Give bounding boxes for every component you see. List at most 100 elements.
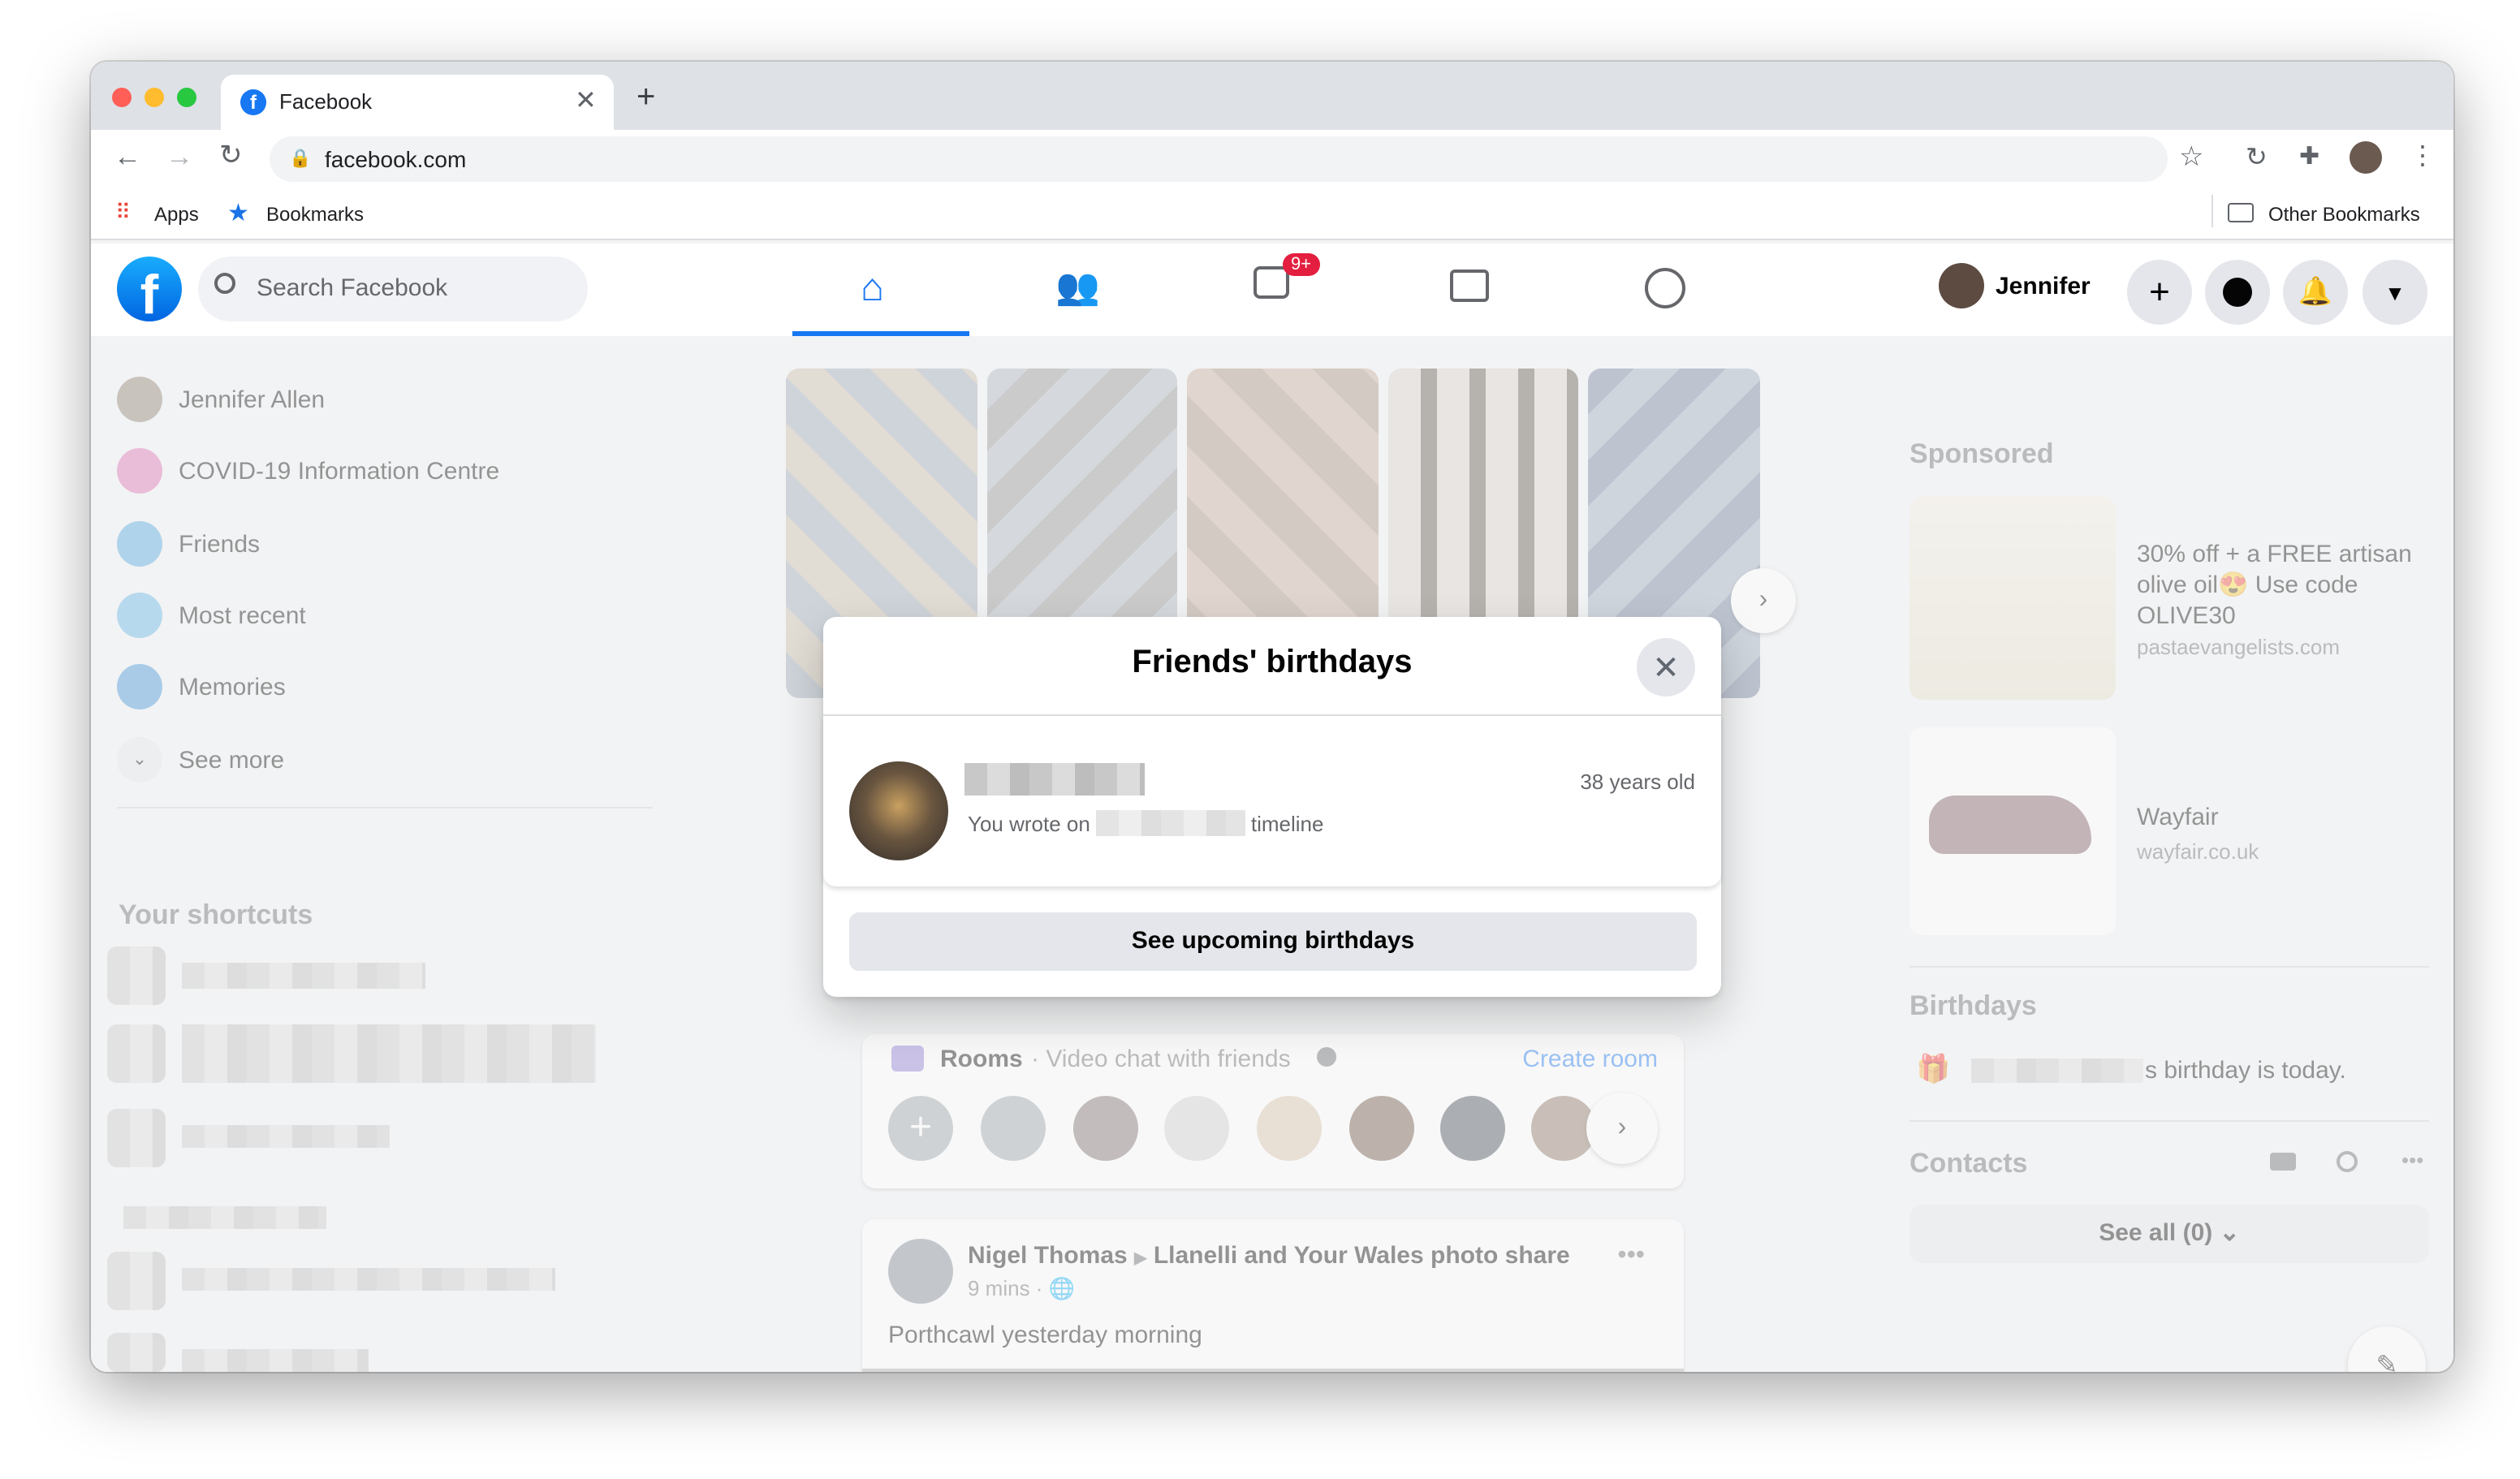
new-tab-button[interactable]: + <box>636 80 655 117</box>
friend-name-redacted[interactable] <box>964 763 1145 796</box>
create-room-link[interactable]: Create room <box>1522 1046 1658 1073</box>
extension-refresh-icon[interactable]: ↻ <box>2246 141 2268 174</box>
see-all-label: See all (0) <box>2099 1219 2213 1247</box>
new-room-icon[interactable] <box>2270 1153 2296 1171</box>
friend-avatar[interactable] <box>849 761 948 860</box>
sidebar-item-friends[interactable]: Friends <box>117 515 260 573</box>
shortcut-thumbnail[interactable] <box>107 1024 166 1083</box>
shortcut-label-redacted <box>123 1206 326 1229</box>
friend-name-redacted <box>1971 1059 2143 1083</box>
search-input[interactable]: Search Facebook <box>198 257 588 321</box>
messenger-button[interactable] <box>2205 260 2270 325</box>
nav-marketplace-icon[interactable] <box>1450 269 1489 302</box>
post-meta: 9 mins · 🌐 <box>968 1276 1075 1302</box>
notifications-button[interactable]: 🔔 <box>2283 260 2348 325</box>
bookmark-star-icon: ★ <box>227 200 249 227</box>
sidebar-item-label: See more <box>179 746 285 774</box>
shortcut-label-redacted <box>182 1024 596 1083</box>
profile-shortcut[interactable]: Jennifer <box>1939 263 2091 308</box>
chevron-down-icon: ⌄ <box>117 737 162 783</box>
nav-friends-icon[interactable]: 👥 <box>1055 266 1100 308</box>
reload-icon[interactable]: ↻ <box>219 140 243 172</box>
ad-text[interactable]: Wayfair <box>2137 804 2219 831</box>
create-room-button[interactable]: + <box>888 1096 953 1161</box>
browser-tab[interactable]: f Facebook ✕ <box>221 75 614 130</box>
close-dialog-button[interactable]: ✕ <box>1637 638 1695 696</box>
contacts-heading: Contacts <box>1909 1148 2028 1179</box>
sidebar-item-profile[interactable]: Jennifer Allen <box>117 370 325 429</box>
create-button[interactable]: + <box>2127 260 2192 325</box>
dialog-title: Friends' birthdays <box>1132 645 1413 680</box>
back-icon[interactable]: ← <box>114 141 141 174</box>
post-time[interactable]: 9 mins · <box>968 1276 1042 1300</box>
account-menu-button[interactable]: ▼ <box>2362 260 2427 325</box>
avatar[interactable] <box>888 1239 953 1304</box>
user-name: Jennifer <box>1996 272 2091 300</box>
post-author[interactable]: Nigel Thomas <box>968 1242 1128 1270</box>
other-bookmarks[interactable]: Other Bookmarks <box>2268 203 2420 226</box>
contact-avatar[interactable] <box>1349 1096 1414 1161</box>
search-contacts-icon[interactable] <box>2337 1151 2358 1172</box>
see-upcoming-birthdays-button[interactable]: See upcoming birthdays <box>849 912 1697 971</box>
maximize-window-button[interactable] <box>177 88 196 107</box>
contact-avatar[interactable] <box>1440 1096 1505 1161</box>
forward-icon[interactable]: → <box>166 141 193 174</box>
shortcut-thumbnail[interactable] <box>107 1252 166 1310</box>
contact-avatar[interactable] <box>1257 1096 1322 1161</box>
friend-name-redacted <box>1096 810 1246 836</box>
divider <box>1909 1120 2429 1122</box>
bookmarks-folder[interactable]: Bookmarks <box>266 203 364 226</box>
wrote-on-timeline: You wrote on timeline <box>968 810 1323 836</box>
contact-avatar[interactable] <box>1164 1096 1229 1161</box>
post-header: Nigel Thomas ▶ Llanelli and Your Wales p… <box>968 1242 1570 1270</box>
birthdays-dialog: Friends' birthdays ✕ You wrote on timeli… <box>823 617 1721 997</box>
profile-avatar[interactable] <box>2350 141 2382 174</box>
close-tab-icon[interactable]: ✕ <box>575 84 597 117</box>
stories-next-button[interactable]: › <box>1731 568 1796 633</box>
divider <box>1909 966 2429 968</box>
calendar-icon <box>117 593 162 638</box>
shortcut-thumbnail[interactable] <box>107 1333 166 1372</box>
shortcut-label-redacted <box>182 1125 390 1148</box>
nav-home[interactable]: ⌂ <box>792 244 969 336</box>
contacts-options-icon[interactable]: ••• <box>2401 1148 2423 1172</box>
new-message-button[interactable]: ✎ <box>2348 1326 2426 1372</box>
wrote-suffix[interactable]: timeline <box>1251 811 1324 835</box>
shortcut-thumbnail[interactable] <box>107 1109 166 1167</box>
url-field[interactable]: 🔒 facebook.com ☆ <box>270 136 2204 182</box>
nav-watch-icon[interactable] <box>1254 266 1289 299</box>
star-icon[interactable]: ☆ <box>2179 141 2204 174</box>
browser-window: f Facebook ✕ + ← → ↻ 🔒 facebook.com ☆ ↻ … <box>91 62 2453 1372</box>
apps-link[interactable]: Apps <box>154 203 199 226</box>
close-window-button[interactable] <box>112 88 132 107</box>
sidebar-item-label: COVID-19 Information Centre <box>179 457 500 485</box>
contact-avatar[interactable] <box>1073 1096 1138 1161</box>
chevron-down-icon: ⌄ <box>2219 1219 2240 1247</box>
birthday-text[interactable]: s birthday is today. <box>2145 1057 2346 1084</box>
ad-image-pasta[interactable] <box>1909 497 2116 700</box>
shortcut-label-redacted <box>182 963 425 989</box>
facebook-favicon-icon: f <box>240 89 266 115</box>
sidebar-item-memories[interactable]: Memories <box>117 658 286 716</box>
sidebar-item-label: Jennifer Allen <box>179 386 326 413</box>
extensions-icon[interactable]: ✚ <box>2299 141 2319 170</box>
sidebar-see-more[interactable]: ⌄ See more <box>117 731 284 789</box>
bookmarks-bar: ⠿ Apps ★ Bookmarks Other Bookmarks <box>91 188 2453 240</box>
more-options-icon[interactable]: ••• <box>1617 1242 1645 1271</box>
facebook-logo[interactable]: f <box>117 257 182 321</box>
info-icon[interactable] <box>1317 1047 1336 1067</box>
sidebar-item-covid[interactable]: COVID-19 Information Centre <box>117 442 499 500</box>
nav-groups-icon[interactable] <box>1645 268 1685 308</box>
shortcut-thumbnail[interactable] <box>107 946 166 1005</box>
menu-icon[interactable]: ⋮ <box>2410 140 2436 172</box>
see-all-contacts-button[interactable]: See all (0) ⌄ <box>1909 1205 2429 1263</box>
rooms-next-button[interactable]: › <box>1586 1093 1658 1164</box>
minimize-window-button[interactable] <box>145 88 164 107</box>
ad-image-wayfair[interactable] <box>1909 727 2116 935</box>
sidebar-item-most-recent[interactable]: Most recent <box>117 586 306 645</box>
post-group[interactable]: Llanelli and Your Wales photo share <box>1154 1242 1570 1270</box>
search-icon <box>214 273 235 294</box>
ad-text[interactable]: 30% off + a FREE artisan olive oil😍 Use … <box>2137 539 2437 632</box>
contact-avatar[interactable] <box>981 1096 1046 1161</box>
post-image[interactable] <box>862 1369 1684 1372</box>
